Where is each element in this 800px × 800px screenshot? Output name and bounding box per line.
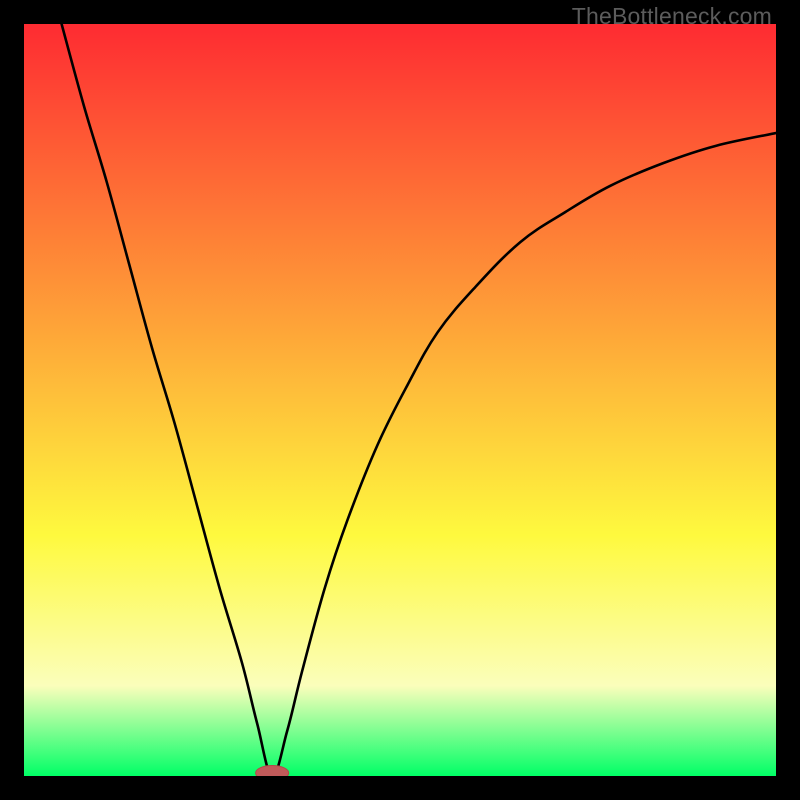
chart-frame	[24, 24, 776, 776]
watermark-text: TheBottleneck.com	[572, 3, 772, 30]
chart-canvas	[24, 24, 776, 776]
